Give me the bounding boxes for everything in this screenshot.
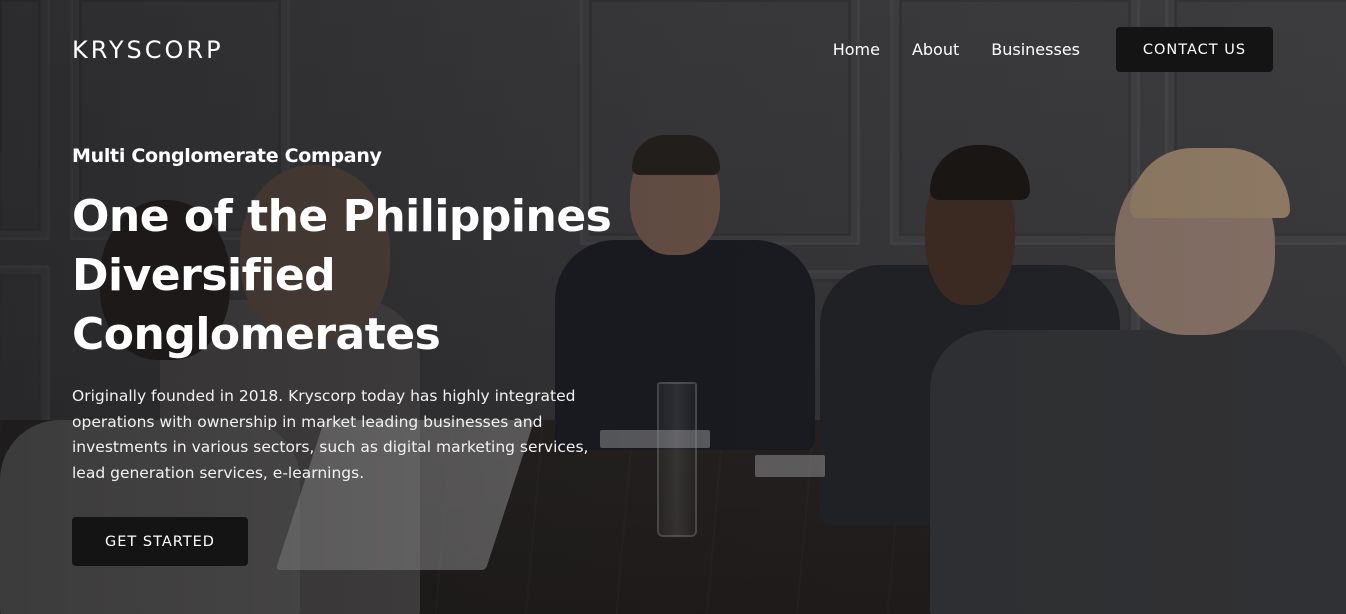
nav-home[interactable]: Home <box>833 40 880 59</box>
nav-about[interactable]: About <box>912 40 959 59</box>
contact-us-button[interactable]: CONTACT US <box>1116 27 1273 72</box>
hero-section: Multi Conglomerate Company One of the Ph… <box>72 145 632 486</box>
headline-line: Conglomerates <box>72 309 441 360</box>
headline-line: One of the Philippines <box>72 191 612 242</box>
site-header: KRYSCORP Home About Businesses CONTACT U… <box>72 27 1273 72</box>
get-started-button[interactable]: GET STARTED <box>72 517 248 566</box>
hero-headline: One of the Philippines Diversified Congl… <box>72 187 632 364</box>
nav-businesses[interactable]: Businesses <box>991 40 1080 59</box>
hero-eyebrow: Multi Conglomerate Company <box>72 145 382 167</box>
main-nav: Home About Businesses CONTACT US <box>833 27 1273 72</box>
hero-description: Originally founded in 2018. Kryscorp tod… <box>72 387 589 482</box>
logo[interactable]: KRYSCORP <box>72 36 224 64</box>
headline-line: Diversified <box>72 250 336 301</box>
logo-text: KRYSCORP <box>72 35 224 64</box>
